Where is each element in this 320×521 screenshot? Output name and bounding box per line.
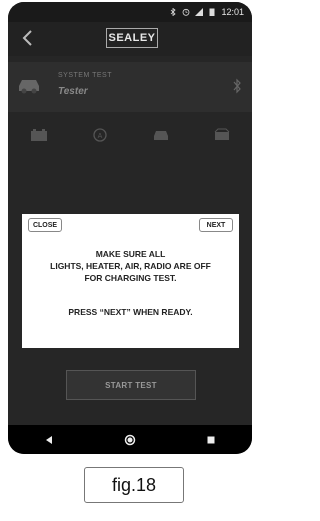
app-bar: SEALEY <box>8 22 252 56</box>
chevron-left-icon[interactable] <box>18 28 38 48</box>
status-time: 12:01 <box>221 7 244 17</box>
background-content: SYSTEM TEST Tester A START TEST CLOSE NE… <box>8 56 252 425</box>
system-test-title: SYSTEM TEST <box>58 72 112 79</box>
system-test-subtitle: Tester <box>58 86 88 97</box>
car-icon <box>19 80 39 94</box>
home-circle-icon[interactable] <box>124 434 136 446</box>
start-test-button[interactable]: START TEST <box>66 370 196 400</box>
next-button[interactable]: NEXT <box>199 218 233 232</box>
charging-icon[interactable] <box>213 128 231 142</box>
dialog-instruction: PRESS “NEXT” WHEN READY. <box>68 307 193 317</box>
dialog-message: MAKE SURE ALL LIGHTS, HEATER, AIR, RADIO… <box>50 249 211 283</box>
battery-icon[interactable] <box>30 128 48 142</box>
figure-caption: fig.18 <box>84 467 184 503</box>
alarm-icon <box>183 8 190 16</box>
sealey-logo: SEALEY <box>106 28 158 48</box>
close-button[interactable]: CLOSE <box>28 218 62 232</box>
back-triangle-icon[interactable] <box>43 434 55 446</box>
phone-screen: 12:01 SEALEY SYSTEM TEST Tester A START … <box>8 2 252 454</box>
navigation-bar <box>8 425 252 454</box>
status-bar: 12:01 <box>8 2 252 22</box>
system-test-row: SYSTEM TEST Tester <box>8 62 252 112</box>
charging-test-dialog: CLOSE NEXT MAKE SURE ALL LIGHTS, HEATER,… <box>22 214 239 348</box>
alternator-icon[interactable]: A <box>91 128 109 142</box>
car-icon[interactable] <box>152 128 170 142</box>
test-mode-row: A <box>8 118 252 152</box>
signal-icon <box>195 8 204 16</box>
bluetooth-icon <box>171 8 177 16</box>
bluetooth-icon <box>233 78 241 94</box>
battery-icon <box>209 8 215 16</box>
svg-text:A: A <box>97 133 102 140</box>
recents-square-icon[interactable] <box>205 434 217 446</box>
